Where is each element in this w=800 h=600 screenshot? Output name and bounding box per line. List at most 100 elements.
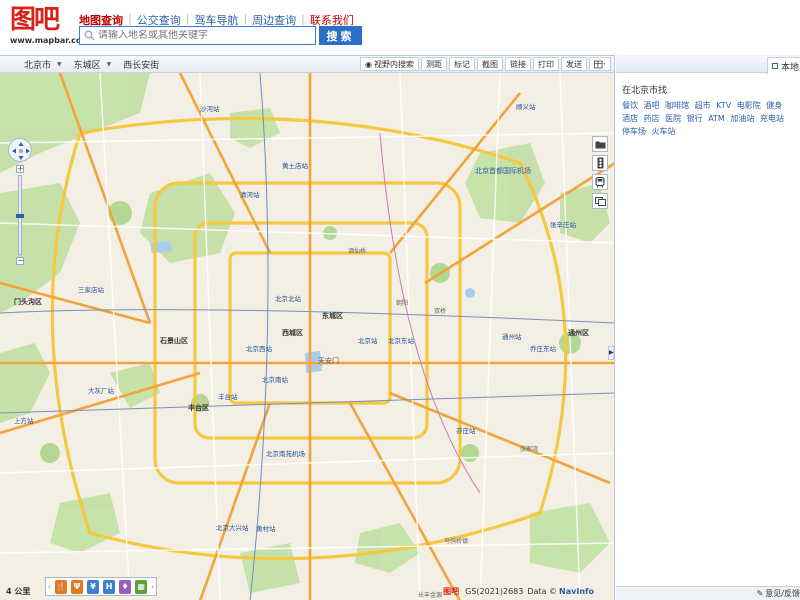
mapbar-logo[interactable]: 图吧 www.mapbar.com: [10, 5, 90, 46]
layer-switch-button[interactable]: [589, 57, 611, 71]
city-dropdown-icon[interactable]: ▼: [57, 61, 62, 68]
category-link[interactable]: 健身: [766, 99, 782, 112]
breadcrumb-district[interactable]: 东城区: [74, 58, 101, 71]
copyright-brand: 图吧: [443, 587, 460, 596]
map-toolbar: 北京市 ▼ 东城区 ▼ 西长安街 ◉ 视野内搜索 测距 标记 截图 链接 打印 发…: [0, 56, 614, 73]
map-canvas[interactable]: 东城区 西城区 石景山区 丰台区 通州区 门头沟区 天安门 北京首都国际机场 北…: [0, 73, 615, 600]
category-link[interactable]: 银行: [687, 112, 703, 125]
label-beijing-north-station: 北京北站: [275, 294, 302, 303]
category-links: 餐饮 酒吧 咖啡馆 超市 KTV 电影院 健身 酒店 药店 医院 银行 ATM …: [622, 99, 798, 138]
map-side-buttons: [592, 136, 608, 212]
mark-button[interactable]: 标记: [449, 57, 475, 71]
label-beijing-west-station: 北京西站: [246, 344, 273, 353]
grid-icon: [594, 60, 606, 68]
feedback-link[interactable]: ✎ 意见/反馈: [616, 586, 800, 600]
label-chaoyang: 朝阳: [396, 299, 408, 307]
zoom-slider[interactable]: [16, 175, 24, 255]
measure-button[interactable]: 测距: [421, 57, 447, 71]
label-tiananmen: 天安门: [318, 356, 339, 365]
header: 图吧 www.mapbar.com 地图查询 | 公交查询 | 驾车导航 | 周…: [0, 0, 800, 54]
category-link[interactable]: 超市: [695, 99, 711, 112]
poi-prev-icon[interactable]: ‹: [46, 583, 53, 591]
subway-icon[interactable]: [592, 174, 608, 190]
category-link[interactable]: 电影院: [737, 99, 761, 112]
tab-local[interactable]: 本地: [767, 57, 800, 74]
copyright-data: Data ©: [527, 587, 558, 596]
label-zhangxinzhuang-station: 张辛庄站: [550, 220, 577, 229]
gas-station-icon[interactable]: ▦: [135, 579, 148, 594]
pan-arrows-icon: [12, 142, 30, 160]
label-zhangjiawan: 张家湾: [520, 445, 538, 453]
category-link[interactable]: 餐饮: [622, 99, 638, 112]
district-dropdown-icon[interactable]: ▼: [107, 61, 112, 68]
label-huangtudian-station: 黄土店站: [282, 161, 309, 170]
category-link[interactable]: 咖啡馆: [665, 99, 689, 112]
label-capital-airport: 北京首都国际机场: [475, 166, 531, 175]
print-button[interactable]: 打印: [533, 57, 559, 71]
zoom-slider-handle[interactable]: [16, 214, 24, 218]
local-tab-icon: [772, 63, 778, 69]
label-tongzhou-station: 通州站: [502, 332, 522, 341]
label-mentougou: 门头沟区: [14, 297, 42, 306]
search-button[interactable]: 搜索: [319, 26, 362, 45]
map-area[interactable]: 北京市 ▼ 东城区 ▼ 西长安街 ◉ 视野内搜索 测距 标记 截图 链接 打印 发…: [0, 55, 615, 600]
label-fengtai: 丰台区: [188, 403, 209, 412]
side-panel: 本地 在北京市找 餐饮 酒吧 咖啡馆 超市 KTV 电影院 健身 酒店 药店 医…: [616, 55, 800, 600]
fork-knife-icon[interactable]: Ψ: [70, 579, 83, 594]
label-nanyuan-airport: 北京南苑机场: [266, 449, 306, 458]
category-link[interactable]: 停车场: [622, 125, 646, 138]
copyright-gs: GS(2021)2683: [465, 587, 524, 596]
link-button[interactable]: 链接: [505, 57, 531, 71]
category-link[interactable]: KTV: [716, 99, 731, 112]
folder-icon[interactable]: [592, 136, 608, 152]
screenshot-button[interactable]: 截图: [477, 57, 503, 71]
label-majuqiao: 马驹桥镇: [444, 537, 468, 545]
category-link[interactable]: 充电站: [760, 112, 784, 125]
panel-collapse-icon[interactable]: ▶: [608, 346, 614, 360]
label-yizhuang-station: 亦庄站: [456, 426, 476, 435]
category-link[interactable]: 酒吧: [644, 99, 660, 112]
category-link[interactable]: 医院: [665, 112, 681, 125]
shopping-icon[interactable]: ♦: [119, 579, 132, 594]
window-icon[interactable]: [592, 193, 608, 209]
category-link[interactable]: 火车站: [652, 125, 676, 138]
search-input[interactable]: [98, 30, 315, 41]
label-fengtai-station: 丰台站: [218, 392, 238, 401]
label-huangcun-station: 黄村站: [256, 524, 276, 533]
bank-icon[interactable]: ¥: [86, 579, 100, 594]
logo-mark: 图吧: [10, 5, 60, 35]
category-link[interactable]: 酒店: [622, 112, 638, 125]
label-dongcheng: 东城区: [322, 311, 343, 320]
label-shunyi-station: 顺义站: [516, 102, 536, 111]
label-beijing-south-station: 北京南站: [262, 375, 289, 384]
zoom-in-button[interactable]: +: [16, 165, 24, 173]
poi-next-icon[interactable]: ›: [149, 583, 156, 591]
label-tongzhou: 通州区: [568, 328, 589, 337]
label-beijing-station: 北京站: [358, 336, 378, 345]
map-copyright: 图吧 GS(2021)2683 Data © NavInfo: [443, 586, 594, 597]
hotel-icon[interactable]: H: [103, 579, 116, 594]
label-sanjiadian-station: 三家店站: [78, 285, 105, 294]
traffic-light-icon[interactable]: [592, 155, 608, 171]
category-link[interactable]: 药店: [644, 112, 660, 125]
send-button[interactable]: 发送: [561, 57, 587, 71]
copyright-provider: NavInfo: [559, 587, 594, 596]
zoom-out-button[interactable]: −: [16, 257, 24, 265]
breadcrumb: 北京市 ▼ 东城区 ▼ 西长安街: [0, 58, 165, 71]
category-link[interactable]: ATM: [708, 112, 725, 125]
label-xicheng: 西城区: [282, 328, 303, 337]
breadcrumb-city[interactable]: 北京市: [24, 58, 51, 71]
viewport-search-button[interactable]: ◉ 视野内搜索: [360, 57, 419, 71]
panel-tabs: 本地: [616, 55, 800, 74]
label-beijing-east-station: 北京东站: [388, 336, 415, 345]
pan-control[interactable]: [8, 138, 32, 162]
breadcrumb-street: 西长安街: [123, 60, 160, 71]
label-shijingshan: 石景山区: [159, 336, 188, 345]
label-shahe-station: 沙河站: [200, 104, 220, 113]
zoom-control: + −: [16, 165, 24, 265]
label-qinghe-station: 清河站: [240, 190, 260, 199]
poi-category-bar: ‹ 🍴 Ψ ¥ H ♦ ▦ ›: [45, 577, 157, 596]
restaurant-icon[interactable]: 🍴: [54, 579, 67, 594]
category-link[interactable]: 加油站: [730, 112, 754, 125]
eye-icon: ◉: [365, 59, 372, 69]
